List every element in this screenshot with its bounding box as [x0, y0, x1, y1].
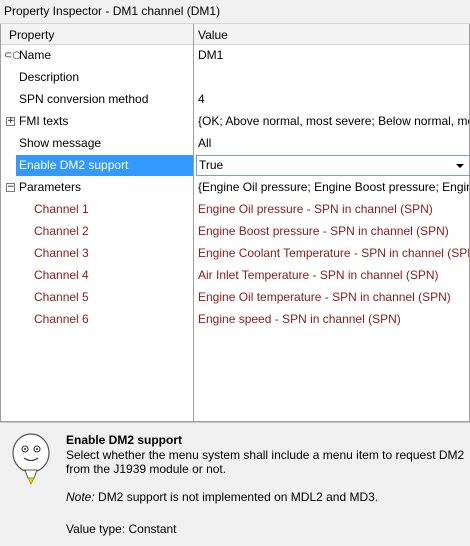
help-title: Enable DM2 support [66, 433, 183, 447]
channel-value[interactable]: Engine Oil temperature - SPN in channel … [198, 290, 469, 304]
property-label: Description [19, 70, 80, 84]
help-note-text: DM2 support is not implemented on MDL2 a… [94, 490, 379, 504]
property-row-enable-dm2[interactable]: Enable DM2 support True [1, 155, 469, 177]
chevron-down-icon[interactable] [456, 164, 464, 168]
expand-plus-icon[interactable]: + [6, 117, 15, 126]
property-row-parameters[interactable]: − Parameters {Engine Oil pressure; Engin… [1, 177, 469, 199]
help-note: Note: DM2 support is not implemented on … [66, 490, 378, 504]
channel-label: Channel 2 [34, 224, 89, 238]
dropdown-selected-value: True [199, 158, 224, 172]
channel-label: Channel 1 [34, 202, 89, 216]
property-row-show-message[interactable]: Show message All [1, 133, 469, 155]
property-value[interactable]: {Engine Oil pressure; Engine Boost press… [198, 180, 469, 194]
channel-value[interactable]: Engine Coolant Temperature - SPN in chan… [198, 246, 469, 260]
column-header-value[interactable]: Value [198, 28, 228, 42]
channel-row[interactable]: Channel 6 Engine speed - SPN in channel … [1, 309, 469, 331]
channel-value[interactable]: Engine Oil pressure - SPN in channel (SP… [198, 202, 469, 216]
channel-row[interactable]: Channel 1 Engine Oil pressure - SPN in c… [1, 199, 469, 221]
window-title: Property Inspector - DM1 channel (DM1) [0, 0, 470, 24]
column-header-property[interactable]: Property [9, 28, 54, 42]
lightbulb-icon [12, 433, 50, 485]
property-row-description[interactable]: Description [1, 67, 469, 89]
grid-header: Property Value [1, 24, 469, 45]
property-row-name[interactable]: ⊂○ Name DM1 [1, 45, 469, 67]
help-panel: Enable DM2 support Select whether the me… [0, 422, 470, 546]
property-grid[interactable]: Property Value ⊂○ Name DM1 Description S… [0, 24, 470, 422]
channel-row[interactable]: Channel 2 Engine Boost pressure - SPN in… [1, 221, 469, 243]
help-note-label: Note: [66, 490, 95, 504]
property-label: Show message [19, 136, 102, 150]
property-label: Parameters [19, 180, 82, 194]
help-value-type: Value type: Constant [66, 522, 177, 536]
property-label: Enable DM2 support [19, 158, 129, 172]
channel-row[interactable]: Channel 5 Engine Oil temperature - SPN i… [1, 287, 469, 309]
property-value[interactable]: DM1 [198, 48, 469, 62]
help-description: Select whether the menu system shall inc… [66, 448, 465, 476]
property-label: Name [19, 48, 52, 62]
selected-row-highlight: Enable DM2 support [16, 155, 193, 176]
channel-label: Channel 5 [34, 290, 89, 304]
channel-row[interactable]: Channel 4 Air Inlet Temperature - SPN in… [1, 265, 469, 287]
collapse-minus-icon[interactable]: − [6, 183, 15, 192]
property-value[interactable]: {OK; Above normal, most severe; Below no… [198, 114, 469, 128]
channel-value[interactable]: Engine speed - SPN in channel (SPN) [198, 312, 469, 326]
property-value[interactable]: 4 [198, 92, 469, 106]
channel-label: Channel 6 [34, 312, 89, 326]
channel-value[interactable]: Engine Boost pressure - SPN in channel (… [198, 224, 469, 238]
property-value[interactable]: All [198, 136, 469, 150]
channel-label: Channel 3 [34, 246, 89, 260]
property-row-fmi-texts[interactable]: + FMI texts {OK; Above normal, most seve… [1, 111, 469, 133]
channel-label: Channel 4 [34, 268, 89, 282]
property-label: SPN conversion method [19, 92, 149, 106]
property-label: FMI texts [19, 114, 69, 128]
channel-value[interactable]: Air Inlet Temperature - SPN in channel (… [198, 268, 469, 282]
channel-row[interactable]: Channel 3 Engine Coolant Temperature - S… [1, 243, 469, 265]
enable-dm2-dropdown[interactable]: True [196, 155, 469, 176]
property-row-spn-conversion[interactable]: SPN conversion method 4 [1, 89, 469, 111]
